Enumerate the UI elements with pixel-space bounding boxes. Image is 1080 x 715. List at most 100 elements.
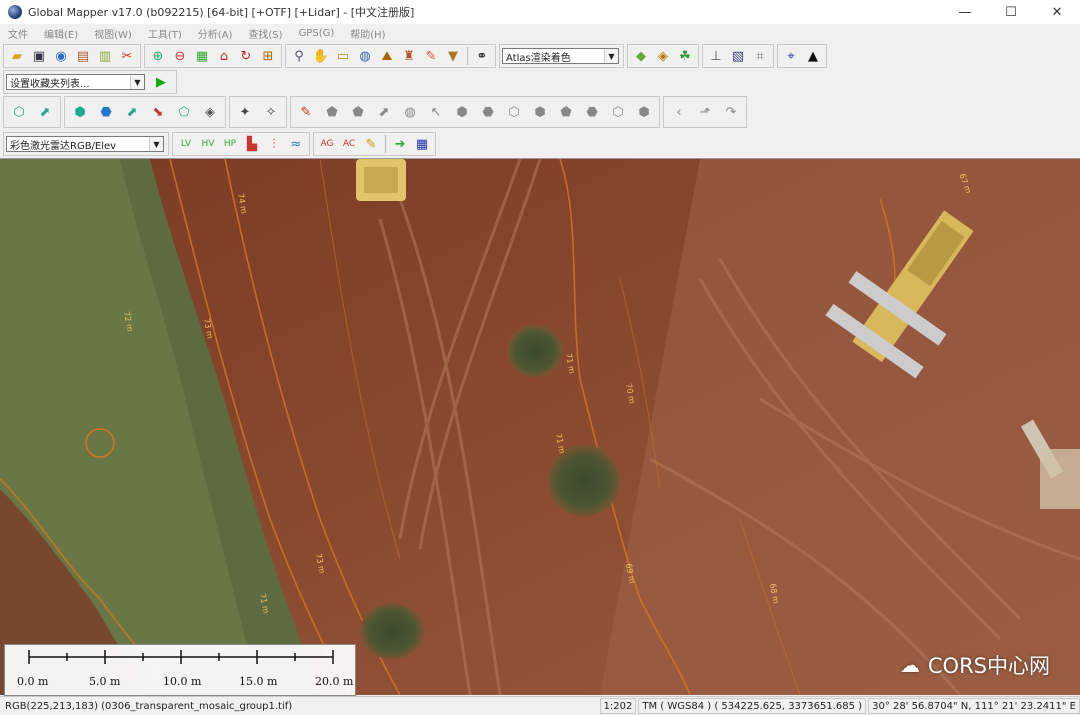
gray-tool-icon: ⬡ bbox=[508, 104, 520, 120]
up-tool-button[interactable]: ⬏ bbox=[693, 99, 717, 125]
adv-tool-5[interactable]: ◍ bbox=[398, 99, 422, 125]
shape-icon: ⬈ bbox=[126, 104, 138, 120]
zoom-toolbar-group: ⊕ ⊖ ▦ ⌂ ↻ ⊞ bbox=[144, 44, 282, 68]
redo-tool-button[interactable]: ↷ bbox=[719, 99, 743, 125]
menu-view[interactable]: 视图(W) bbox=[94, 26, 132, 41]
shader-select[interactable]: Atlas渲染着色 ▼ bbox=[502, 48, 619, 64]
view-shed-button[interactable]: ▼ bbox=[443, 46, 463, 66]
adv-tool-3[interactable]: ⬟ bbox=[346, 99, 370, 125]
lidar-color-select[interactable]: 彩色激光雷达RGB/Elev ▼ bbox=[6, 136, 164, 152]
page-layout-button[interactable]: ▧ bbox=[728, 46, 748, 66]
shape-icon: ⬢ bbox=[74, 104, 86, 120]
adv-tool-6[interactable]: ↖ bbox=[424, 99, 448, 125]
lidar-hp-icon: HP bbox=[223, 138, 237, 149]
feature-tool-6[interactable]: ◈ bbox=[198, 99, 222, 125]
lidar-hv-icon: HV bbox=[201, 138, 215, 149]
adv-tool-12[interactable]: ⬣ bbox=[580, 99, 604, 125]
vertical-exag-button[interactable]: ☘ bbox=[675, 46, 695, 66]
adv-tool-7[interactable]: ⬢ bbox=[450, 99, 474, 125]
zoom-layer-button[interactable]: ▦ bbox=[192, 46, 212, 66]
workspace-button[interactable]: ▥ bbox=[95, 46, 115, 66]
feature-tool-5[interactable]: ⬠ bbox=[172, 99, 196, 125]
create-area-button[interactable]: ⬡ bbox=[7, 99, 31, 125]
lidar-grid-button[interactable]: ▦ bbox=[412, 134, 432, 154]
vertex-tool-2[interactable]: ✧ bbox=[259, 99, 283, 125]
adv-tool-2[interactable]: ⬟ bbox=[320, 99, 344, 125]
lidar-hv-button[interactable]: HV bbox=[198, 134, 218, 154]
folder-icon: ▰ bbox=[12, 48, 22, 64]
axis-button[interactable]: ⊥ bbox=[706, 46, 726, 66]
menu-tools[interactable]: 工具(T) bbox=[148, 26, 182, 41]
adv-tool-1[interactable]: ✎ bbox=[294, 99, 318, 125]
feature-tool-4[interactable]: ⬊ bbox=[146, 99, 170, 125]
maximize-button[interactable]: ☐ bbox=[988, 0, 1034, 24]
lidar-ac-button[interactable]: AC bbox=[339, 134, 359, 154]
menu-search[interactable]: 查找(S) bbox=[248, 26, 282, 41]
adv-tool-10[interactable]: ⬢ bbox=[528, 99, 552, 125]
layers-icon: ▤ bbox=[76, 48, 90, 64]
feature-tool-2[interactable]: ⬣ bbox=[94, 99, 118, 125]
lidar-ag-button[interactable]: AG bbox=[317, 134, 337, 154]
menu-gps[interactable]: GPS(G) bbox=[299, 28, 335, 39]
lidar-hp-button[interactable]: HP bbox=[220, 134, 240, 154]
3d-view-button[interactable]: ◈ bbox=[653, 46, 673, 66]
gray-tool-icon: ◍ bbox=[404, 104, 416, 120]
menu-help[interactable]: 帮助(H) bbox=[350, 26, 385, 41]
lidar-arrow-button[interactable]: ➜ bbox=[390, 134, 410, 154]
close-button[interactable]: ✕ bbox=[1034, 0, 1080, 24]
lidar-edit-button[interactable]: ✎ bbox=[361, 134, 381, 154]
adv-tool-11[interactable]: ⬟ bbox=[554, 99, 578, 125]
online-data-button[interactable]: ◉ bbox=[51, 46, 71, 66]
feature-tool-3[interactable]: ⬈ bbox=[120, 99, 144, 125]
overlay-control-button[interactable]: ▤ bbox=[73, 46, 93, 66]
create-line-button[interactable]: ⬈ bbox=[33, 99, 57, 125]
lidar-ac-icon: AC bbox=[342, 138, 356, 149]
measure-tool-button[interactable]: ▭ bbox=[333, 46, 353, 66]
adv-tool-9[interactable]: ⬡ bbox=[502, 99, 526, 125]
refresh-button[interactable]: ↻ bbox=[236, 46, 256, 66]
arrow-right-icon: ➜ bbox=[394, 136, 406, 152]
digitizer-button[interactable]: ✎ bbox=[421, 46, 441, 66]
adv-tool-8[interactable]: ⬣ bbox=[476, 99, 500, 125]
back-tool-button[interactable]: ‹ bbox=[667, 99, 691, 125]
run-favorite-button[interactable]: ▶ bbox=[151, 72, 171, 92]
zoom-in-button[interactable]: ⊕ bbox=[148, 46, 168, 66]
menu-file[interactable]: 文件 bbox=[8, 26, 28, 41]
config-button[interactable]: ✂ bbox=[117, 46, 137, 66]
binoculars-button[interactable]: ⚭ bbox=[472, 46, 492, 66]
play-icon: ▶ bbox=[156, 74, 166, 90]
adv-tool-13[interactable]: ⬡ bbox=[606, 99, 630, 125]
gray-tool-icon: ⬟ bbox=[326, 104, 338, 120]
grid-view-button[interactable]: ⊞ bbox=[258, 46, 278, 66]
scale-label: 15.0 m bbox=[239, 675, 278, 688]
info-tool-button[interactable]: ◍ bbox=[355, 46, 375, 66]
edit-note-icon: ✎ bbox=[365, 136, 377, 152]
pan-tool-button[interactable]: ✋ bbox=[311, 46, 331, 66]
lidar-water-button[interactable]: ≈ bbox=[286, 134, 306, 154]
select-tool-button[interactable]: ⚲ bbox=[289, 46, 309, 66]
menu-edit[interactable]: 编辑(E) bbox=[44, 26, 78, 41]
map-view[interactable]: 74 m 73 m 72 m 71 m 70 m 69 m 71 m 73 m … bbox=[0, 158, 1080, 695]
save-button[interactable]: ▣ bbox=[29, 46, 49, 66]
north-arrow-button[interactable]: ▲ bbox=[803, 46, 823, 66]
home-button[interactable]: ⌂ bbox=[214, 46, 234, 66]
zoom-out-button[interactable]: ⊖ bbox=[170, 46, 190, 66]
shape-icon: ⬠ bbox=[178, 104, 190, 120]
gps-center-button[interactable]: ⌖ bbox=[781, 46, 801, 66]
adv-tool-14[interactable]: ⬢ bbox=[632, 99, 656, 125]
menu-analysis[interactable]: 分析(A) bbox=[198, 26, 233, 41]
scale-button[interactable]: ⌗ bbox=[750, 46, 770, 66]
open-folder-button[interactable]: ▰ bbox=[7, 46, 27, 66]
lidar-poles-button[interactable]: ⫶ bbox=[264, 134, 284, 154]
adv-tool-4[interactable]: ⬈ bbox=[372, 99, 396, 125]
vertex-tool-1[interactable]: ✦ bbox=[233, 99, 257, 125]
tower-tool-button[interactable]: ♜ bbox=[399, 46, 419, 66]
favorites-select[interactable]: 设置收藏夹列表... ▼ bbox=[6, 74, 145, 90]
lidar-buildings-button[interactable]: ▙ bbox=[242, 134, 262, 154]
lidar-lv-button[interactable]: LV bbox=[176, 134, 196, 154]
shader-settings-button[interactable]: ◆ bbox=[631, 46, 651, 66]
minimize-button[interactable]: — bbox=[942, 0, 988, 24]
feature-tool-1[interactable]: ⬢ bbox=[68, 99, 92, 125]
area-icon: ⬡ bbox=[13, 104, 25, 120]
profile-tool-button[interactable]: ⛰ bbox=[377, 46, 397, 66]
